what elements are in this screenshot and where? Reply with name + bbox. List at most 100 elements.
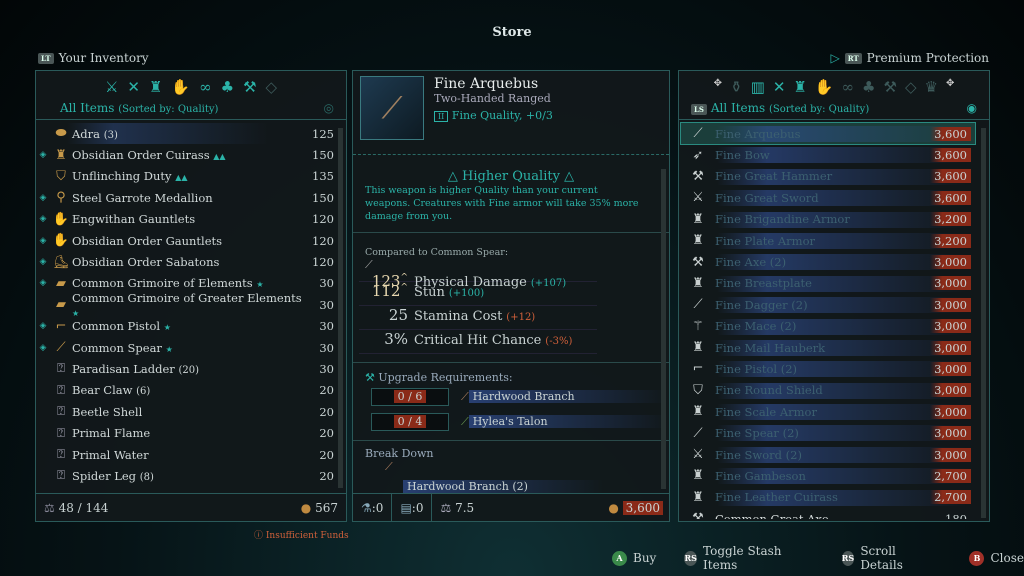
store-item[interactable]: ♜ Fine Breastplate 3,000 <box>681 273 975 294</box>
tab-crown-icon[interactable]: ♛ <box>924 78 937 101</box>
tab-crafting-icon[interactable]: ⚒ <box>883 78 896 101</box>
tab-consumables-icon[interactable]: ♣ <box>862 78 875 101</box>
store-item[interactable]: ♜ Fine Mail Hauberk 3,000 <box>681 337 975 358</box>
inventory-item[interactable]: ⬬ Adra (3) 125 <box>36 123 346 145</box>
item-name: Obsidian Order Gauntlets <box>72 233 223 248</box>
item-name: Fine Breastplate <box>715 276 812 291</box>
tab-weapons-icon[interactable]: ✕ <box>773 78 786 101</box>
armor-icon: ♜ <box>692 211 704 227</box>
inventory-item[interactable]: ◈ ✋ Engwithan Gauntlets 120 <box>36 209 346 230</box>
item-price: 135 <box>312 169 334 184</box>
tab-weapons-icon[interactable]: ✕ <box>127 78 140 101</box>
tab-valuables-icon[interactable]: ◇ <box>266 78 278 101</box>
requirement-count: 0 / 4 <box>371 412 449 431</box>
store-item[interactable]: ♜ Fine Plate Armor 3,200 <box>681 230 975 251</box>
item-name: Paradisan Ladder (20) <box>72 361 199 376</box>
store-item[interactable]: ⟋ Fine Dagger (2) 3,000 <box>681 294 975 315</box>
inventory-item[interactable]: ⍰ Paradisan Ladder (20) 30 <box>36 358 346 379</box>
tab-armor-icon[interactable]: ♜ <box>149 78 162 101</box>
hammer-icon: ⚒ <box>692 168 704 184</box>
tab-all-icon[interactable]: ⚱ <box>730 78 743 101</box>
tab-accessories-icon[interactable]: ∞ <box>199 78 212 101</box>
inventory-item[interactable]: ⍰ Primal Water 20 <box>36 444 346 465</box>
inventory-item[interactable]: ◈ ⛸ Obsidian Order Sabatons 120 <box>36 251 346 272</box>
store-item[interactable]: ⚒ Fine Great Hammer 3,600 <box>681 166 975 187</box>
quality-stars: ▲▲ <box>213 152 226 162</box>
inventory-item[interactable]: ▰ Common Grimoire of Greater Elements ★ 30 <box>36 291 346 318</box>
store-item[interactable]: ♜ Fine Brigandine Armor 3,200 <box>681 209 975 230</box>
prompt-scroll-details[interactable]: RS Scroll Details <box>841 544 930 572</box>
prompt-buy[interactable]: A Buy <box>612 550 656 566</box>
tab-gloves-icon[interactable]: ✋ <box>815 78 834 101</box>
grimoire-icon: ▰ <box>56 275 66 291</box>
inventory-item[interactable]: ⍰ Beetle Shell 20 <box>36 401 346 422</box>
next-tab-icon[interactable]: ✥ <box>946 78 954 101</box>
store-item[interactable]: ⟋ Fine Arquebus 3,600 <box>680 121 976 146</box>
inventory-item[interactable]: ◈ ⚲ Steel Garrote Medallion 150 <box>36 187 346 208</box>
upgrade-requirements: 0 / 6 ⟋ Hardwood Branch 0 / 4 ⟋ Hylea's Talon <box>353 384 669 434</box>
store-item[interactable]: ♜ Fine Scale Armor 3,000 <box>681 401 975 422</box>
tab-stash-icon[interactable]: ▥ <box>751 78 765 101</box>
item-name: Fine Pistol (2) <box>715 361 798 376</box>
tab-valuables-icon[interactable]: ◇ <box>905 78 917 101</box>
ls-button-icon[interactable]: LS <box>691 104 707 115</box>
store-item[interactable]: ⚔ Fine Sword (2) 3,000 <box>681 444 975 465</box>
weight-icon: ⚖ <box>44 500 55 515</box>
item-name: Spider Leg (8) <box>72 468 154 483</box>
gauntlets-icon: ✋ <box>52 233 70 249</box>
store-item[interactable]: ⚔ Fine Great Sword 3,600 <box>681 187 975 208</box>
tab-armor-icon[interactable]: ♜ <box>793 78 806 101</box>
inventory-item[interactable]: ⛉ Unflinching Duty ▲▲ 135 <box>36 166 346 187</box>
inventory-item[interactable]: ⍰ Primal Flame 20 <box>36 422 346 443</box>
stat-label: Critical Hit Chance <box>414 333 542 348</box>
inventory-item[interactable]: ⍰ Spider Leg (8) 20 <box>36 465 346 486</box>
lt-button-icon[interactable]: LT <box>38 52 54 64</box>
store-item[interactable]: ⛉ Fine Round Shield 3,000 <box>681 380 975 401</box>
boots-icon: ⛸ <box>52 254 70 270</box>
grimoire-icon: ▰ <box>56 297 66 313</box>
inventory-item[interactable]: ◈ ⌐ Common Pistol ★ 30 <box>36 316 346 337</box>
prev-tab-icon[interactable]: ✥ <box>714 78 722 101</box>
quality-stars: ▲▲ <box>175 173 188 183</box>
dagger-icon: ⟋ <box>693 297 703 313</box>
tab-consumables-icon[interactable]: ♣ <box>221 78 234 101</box>
item-price: 3,000 <box>930 340 971 355</box>
armor-icon: ♜ <box>692 233 704 249</box>
store-title: Store <box>492 25 532 40</box>
store-item[interactable]: ⌐ Fine Pistol (2) 3,000 <box>681 358 975 379</box>
diamond-marker-icon: ◈ <box>39 278 47 289</box>
tab-all-icon[interactable]: ⚔ <box>105 78 118 101</box>
item-name: Common Great Axe <box>715 511 829 519</box>
item-type: Two-Handed Ranged <box>434 92 551 105</box>
inventory-item[interactable]: ⍰ Bear Claw (6) 20 <box>36 380 346 401</box>
store-list: ⟋ Fine Arquebus 3,600 ➶ Fine Bow 3,600 ⚒ Fine G… <box>679 119 989 519</box>
item-name: Fine Mail Hauberk <box>715 340 826 355</box>
scrollbar[interactable] <box>981 128 986 518</box>
diamond-marker-icon: ◈ <box>39 342 47 353</box>
store-item[interactable]: ⚒ Fine Axe (2) 3,000 <box>681 251 975 272</box>
store-item[interactable]: ⚚ Fine Mace (2) 3,000 <box>681 316 975 337</box>
store-item[interactable]: ⚒ Common Great Axe 180 <box>681 508 975 519</box>
stat-delta: (+12) <box>506 312 536 323</box>
inventory-item[interactable]: ◈ ♜ Obsidian Order Cuirass ▲▲ 150 <box>36 144 346 165</box>
inventory-item[interactable]: ◈ ⟋ Common Spear ★ 30 <box>36 337 346 358</box>
rt-button-icon[interactable]: RT <box>844 52 862 64</box>
store-item[interactable]: ⟋ Fine Spear (2) 3,000 <box>681 422 975 443</box>
detail-scrollbar[interactable] <box>661 169 666 489</box>
inventory-category-tabs: ⚔ ✕ ♜ ✋ ∞ ♣ ⚒ ◇ <box>36 71 346 101</box>
rs-button-icon: RS <box>684 550 698 566</box>
inventory-item[interactable]: ◈ ✋ Obsidian Order Gauntlets 120 <box>36 230 346 251</box>
store-item[interactable]: ➶ Fine Bow 3,600 <box>681 144 975 165</box>
store-item[interactable]: ♜ Fine Leather Cuirass 2,700 <box>681 487 975 508</box>
tab-crafting-icon[interactable]: ⚒ <box>243 78 256 101</box>
premium-protection-header[interactable]: ▷ RT Premium Protection <box>831 51 989 65</box>
store-item[interactable]: ♜ Fine Gambeson 2,700 <box>681 465 975 486</box>
prompt-toggle-stash-items[interactable]: RS Toggle Stash Items <box>684 544 801 572</box>
button-prompts: A Buy RS Toggle Stash Items RS Scroll Details… <box>612 544 1024 572</box>
tab-accessories-icon[interactable]: ∞ <box>842 78 855 101</box>
prompt-close[interactable]: B Close <box>969 550 1024 566</box>
item-price: 3,000 <box>930 255 971 270</box>
tab-gloves-icon[interactable]: ✋ <box>171 78 190 101</box>
sort-icon[interactable]: ◎ <box>324 101 334 115</box>
sort-icon[interactable]: ◉ <box>967 101 977 115</box>
